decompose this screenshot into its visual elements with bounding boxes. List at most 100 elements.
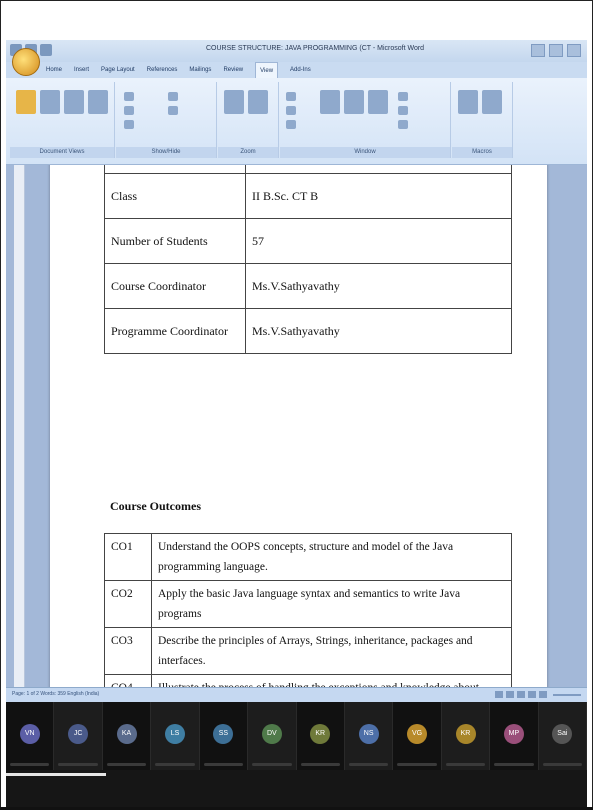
info-label: Course Coordinator [104, 263, 246, 309]
tab-insert[interactable]: Insert [74, 62, 89, 78]
two-pages-icon[interactable] [286, 106, 296, 115]
one-page-icon[interactable] [286, 92, 296, 101]
word-titlebar: COURSE STRUCTURE: JAVA PROGRAMMING (CT -… [6, 40, 587, 62]
group-label: Show/Hide [116, 147, 216, 158]
participant-tile[interactable]: MP [490, 702, 539, 770]
document-workspace: Class II B.Sc. CT B Number of Students 5… [6, 165, 587, 687]
participant-name-bar [106, 763, 147, 766]
full-screen-reading-icon[interactable] [40, 90, 60, 114]
participant-name-bar [445, 763, 486, 766]
outcome-id: CO1 [104, 533, 152, 581]
page-width-icon[interactable] [286, 120, 296, 129]
tab-view[interactable]: View [255, 62, 279, 78]
avatar: KA [116, 724, 137, 744]
table-row: Course Coordinator Ms.V.Sathyavathy [104, 263, 512, 309]
participant-name-bar [203, 763, 244, 766]
arrange-all-icon[interactable] [344, 90, 364, 114]
window-controls [531, 44, 581, 57]
web-view-icon[interactable] [517, 691, 525, 698]
table-row: CO3 Describe the principles of Arrays, S… [104, 627, 512, 675]
new-window-icon[interactable] [320, 90, 340, 114]
participant-tile[interactable]: VN [6, 702, 55, 770]
outcome-text: Describe the principles of Arrays, Strin… [151, 627, 512, 675]
avatar: KR [455, 724, 476, 744]
ruler-checkbox-icon[interactable] [124, 92, 134, 101]
participant-tile[interactable]: NS [344, 702, 394, 770]
outcome-id: CO2 [104, 580, 152, 628]
outcome-text: Illustrate the process of handling the e… [151, 674, 512, 687]
print-layout-icon[interactable] [16, 90, 36, 114]
participant-tile[interactable]: Sai [538, 702, 587, 770]
view-side-by-side-icon[interactable] [398, 92, 408, 101]
info-value: 57 [245, 218, 512, 264]
avatar: JC [68, 724, 89, 744]
avatar: NS [358, 724, 379, 744]
vertical-ruler [14, 165, 25, 687]
table-row: CO4 Illustrate the process of handling t… [104, 674, 512, 687]
video-progress-bar[interactable] [6, 773, 106, 776]
status-bar: Page: 1 of 2 Words: 359 English (India) [6, 687, 587, 702]
participant-name-bar [348, 763, 389, 766]
outcome-text: Understand the OOPS concepts, structure … [151, 533, 512, 581]
avatar: Sai [552, 724, 573, 744]
participant-tile[interactable]: KA [103, 702, 152, 770]
tab-home[interactable]: Home [46, 62, 62, 78]
group-label: Window [280, 147, 450, 158]
one-hundred-percent-icon[interactable] [248, 90, 268, 114]
info-value: Ms.V.Sathyavathy [245, 308, 512, 354]
minimize-icon[interactable] [531, 44, 545, 57]
participant-name-bar [252, 763, 292, 766]
redo-icon[interactable] [40, 44, 52, 56]
thumbnails-checkbox-icon[interactable] [168, 106, 178, 115]
close-icon[interactable] [567, 44, 581, 57]
switch-windows-icon[interactable] [458, 90, 478, 114]
group-show-hide: Show/Hide [116, 82, 217, 158]
tab-references[interactable]: References [147, 62, 178, 78]
outcome-id: CO3 [104, 627, 152, 675]
maximize-icon[interactable] [549, 44, 563, 57]
shared-screen: COURSE STRUCTURE: JAVA PROGRAMMING (CT -… [6, 40, 587, 808]
participant-tile[interactable]: DV [248, 702, 297, 770]
synchronous-scrolling-icon[interactable] [398, 106, 408, 115]
ribbon-tabs: Home Insert Page Layout References Maili… [6, 62, 587, 78]
macros-icon[interactable] [482, 90, 502, 114]
info-label: Class [104, 173, 246, 219]
participant-tile[interactable]: JC [54, 702, 103, 770]
reading-view-icon[interactable] [506, 691, 514, 698]
message-bar-checkbox-icon[interactable] [124, 120, 134, 129]
table-row: Class II B.Sc. CT B [104, 173, 512, 219]
tab-add-ins[interactable]: Add-Ins [290, 62, 311, 78]
tab-review[interactable]: Review [223, 62, 243, 78]
draft-view-icon[interactable] [539, 691, 547, 698]
document-page[interactable]: Class II B.Sc. CT B Number of Students 5… [50, 165, 547, 687]
group-label: Document Views [10, 147, 114, 158]
split-icon[interactable] [368, 90, 388, 114]
office-button[interactable] [12, 48, 40, 76]
participant-tile[interactable]: KR [297, 702, 345, 770]
participant-tile[interactable]: VG [393, 702, 442, 770]
avatar: SS [213, 724, 234, 744]
reset-window-position-icon[interactable] [398, 120, 408, 129]
gridlines-checkbox-icon[interactable] [124, 106, 134, 115]
table-row: CO1 Understand the OOPS concepts, struct… [104, 533, 512, 581]
zoom-slider[interactable] [553, 694, 581, 696]
web-layout-icon[interactable] [64, 90, 84, 114]
zoom-icon[interactable] [224, 90, 244, 114]
tab-page-layout[interactable]: Page Layout [101, 62, 135, 78]
document-map-checkbox-icon[interactable] [168, 92, 178, 101]
participant-tile[interactable]: SS [200, 702, 249, 770]
participant-tile[interactable]: KR [441, 702, 491, 770]
participant-tile[interactable]: LS [151, 702, 200, 770]
ribbon: Document Views Show/Hide Zoom Window Mac… [6, 78, 587, 165]
avatar: VG [407, 724, 428, 744]
group-zoom: Zoom [218, 82, 279, 158]
participant-name-bar [494, 763, 534, 766]
tab-mailings[interactable]: Mailings [189, 62, 211, 78]
print-layout-view-icon[interactable] [495, 691, 503, 698]
avatar: VN [19, 724, 40, 744]
outline-icon[interactable] [88, 90, 108, 114]
course-outcomes-table: CO1 Understand the OOPS concepts, struct… [104, 533, 512, 687]
course-outcomes-heading: Course Outcomes [110, 499, 201, 513]
outline-view-icon[interactable] [528, 691, 536, 698]
table-row-partial [104, 165, 512, 174]
